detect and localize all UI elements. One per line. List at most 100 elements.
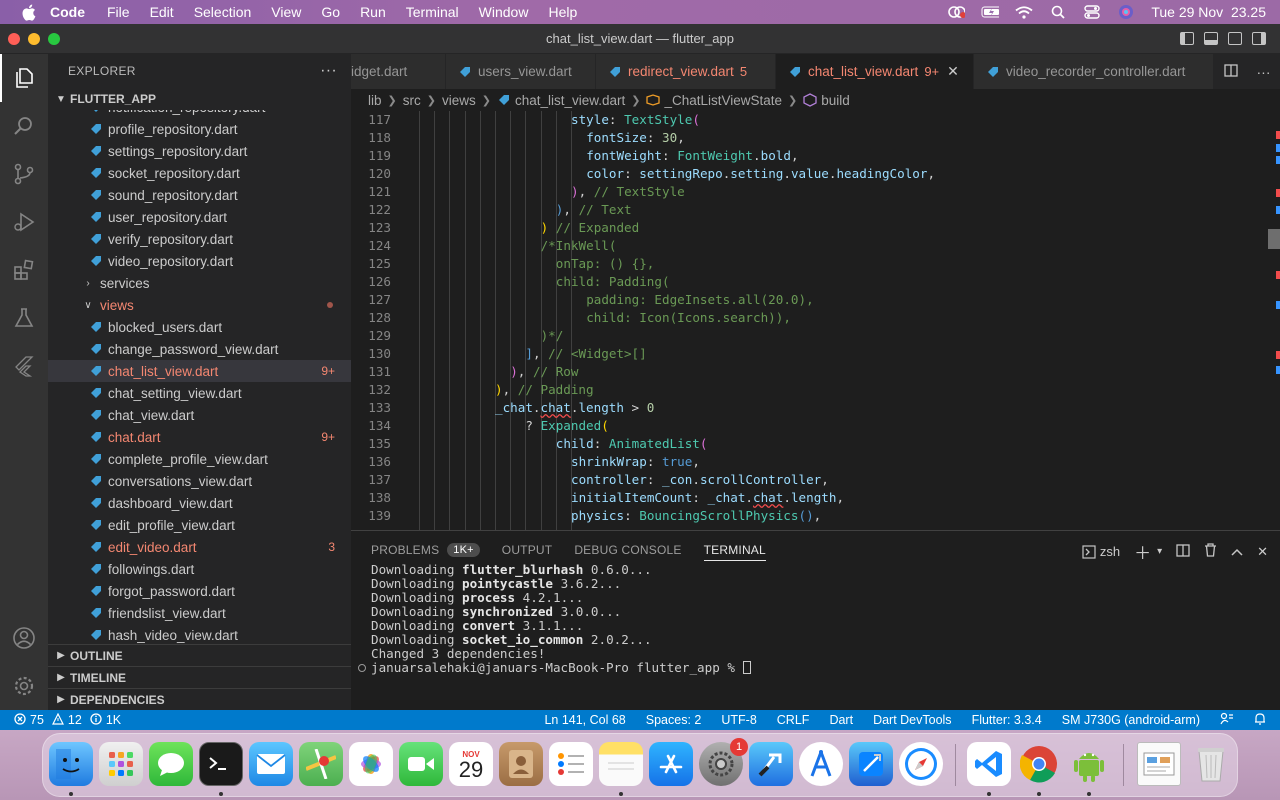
android-emulator-icon[interactable] [1067,742,1111,786]
file-tree-item[interactable]: profile_repository.dart [48,118,351,140]
apple-menu-icon[interactable] [18,0,38,24]
code-line[interactable]: 139 physics: BouncingScrollPhysics(), [351,507,1280,525]
command-decoration-icon[interactable] [358,664,366,672]
code-line[interactable]: 127 padding: EdgeInsets.all(20.0), [351,291,1280,309]
status-flutter-version[interactable]: Flutter: 3.3.4 [972,713,1042,727]
terminal-shell-selector[interactable]: zsh [1082,544,1120,559]
file-tree-item[interactable]: chat_view.dart [48,404,351,426]
notes-icon[interactable] [599,742,643,786]
system-preferences-icon[interactable]: 1 [699,738,748,786]
tab-video-recorder-controller[interactable]: video_recorder_controller.dart [974,54,1214,89]
file-tree-item[interactable]: complete_profile_view.dart [48,448,351,470]
file-tree-item[interactable]: edit_profile_view.dart [48,514,351,536]
toggle-primary-sidebar-icon[interactable] [1180,32,1194,45]
wifi-icon[interactable] [1015,5,1033,19]
tab-users-view[interactable]: users_view.dart [446,54,596,89]
code-line[interactable]: 124 /*InkWell( [351,237,1280,255]
vscode-icon[interactable] [967,742,1011,786]
file-tree-item[interactable]: forgot_password.dart [48,580,351,602]
file-tree-item[interactable]: video_repository.dart [48,250,351,272]
menu-terminal[interactable]: Terminal [406,4,459,20]
code-line[interactable]: 125 onTap: () {}, [351,255,1280,273]
file-tree-item[interactable]: dashboard_view.dart [48,492,351,514]
terminal-output[interactable]: Downloading flutter_blurhash 0.6.0... Dow… [358,563,751,675]
split-editor-icon[interactable] [1223,63,1238,80]
reminders-icon[interactable] [549,742,593,786]
control-center-icon[interactable] [1083,5,1101,19]
breadcrumb-src[interactable]: src [403,93,421,108]
close-panel-icon[interactable]: ✕ [1257,544,1268,560]
facetime-icon[interactable] [399,742,443,786]
split-terminal-icon[interactable] [1176,543,1190,560]
file-tree-item[interactable]: notification_repository.dart [48,110,351,118]
xcode-icon[interactable] [849,742,893,786]
code-line[interactable]: 118 fontSize: 30, [351,129,1280,147]
menu-window[interactable]: Window [479,4,529,20]
kill-terminal-trash-icon[interactable] [1204,543,1217,560]
more-actions-icon[interactable]: ··· [1257,64,1271,80]
manage-gear-icon[interactable] [0,662,48,710]
code-line[interactable]: 122), // Text [351,201,1280,219]
launchpad-icon[interactable] [99,742,143,786]
notifications-bell-icon[interactable] [1254,712,1266,728]
terminal-prompt-line[interactable]: januarsalehaki@januars-MacBook-Pro flutt… [358,661,751,675]
terminal-app-icon[interactable] [199,742,243,786]
timeline-section[interactable]: ▶ TIMELINE [48,666,351,688]
file-tree-item[interactable]: friendslist_view.dart [48,602,351,624]
explorer-more-actions-icon[interactable]: ··· [320,62,337,80]
status-eol[interactable]: CRLF [777,713,810,727]
accounts-activity-icon[interactable] [0,614,48,662]
code-line[interactable]: 134 ? Expanded( [351,417,1280,435]
code-line[interactable]: 132), // Padding [351,381,1280,399]
folder-tree-item[interactable]: ∨ views [48,294,351,316]
breadcrumb-method[interactable]: build [821,93,850,108]
code-line[interactable]: 119 fontWeight: FontWeight.bold, [351,147,1280,165]
file-tree-item[interactable]: conversations_view.dart [48,470,351,492]
code-line[interactable]: 128 child: Icon(Icons.search)), [351,309,1280,327]
photos-icon[interactable] [349,742,393,786]
file-tree-item[interactable]: verify_repository.dart [48,228,351,250]
breadcrumb-lib[interactable]: lib [368,93,382,108]
status-device[interactable]: SM J730G (android-arm) [1062,713,1200,727]
folder-root-header[interactable]: ▼ FLUTTER_APP [48,88,351,110]
outline-section[interactable]: ▶ OUTLINE [48,644,351,666]
folder-tree-item[interactable]: › services [48,272,351,294]
status-dart-devtools[interactable]: Dart DevTools [873,713,952,727]
source-control-activity-icon[interactable] [0,150,48,198]
code-line[interactable]: 121), // TextStyle [351,183,1280,201]
android-studio-icon[interactable] [799,742,843,786]
file-tree-item[interactable]: hash_video_view.dart [48,624,351,646]
file-tree-item[interactable]: edit_video.dart 3 [48,536,351,558]
status-indentation[interactable]: Spaces: 2 [646,713,702,727]
chrome-icon[interactable] [1017,742,1061,786]
testing-activity-icon[interactable] [0,294,48,342]
tab-chat-list-view[interactable]: chat_list_view.dart 9+ ✕ [776,54,974,89]
code-editor[interactable]: 117 style: TextStyle(118 fontSize: 30, 119 f… [351,111,1280,530]
file-tree-item[interactable]: chat.dart 9+ [48,426,351,448]
menu-edit[interactable]: Edit [150,4,174,20]
downloads-stack-icon[interactable] [1137,742,1181,786]
customize-layout-icon[interactable] [1252,32,1266,45]
menu-view[interactable]: View [271,4,301,20]
siri-icon[interactable] [1117,5,1135,19]
maps-icon[interactable] [299,742,343,786]
file-tree-item[interactable]: settings_repository.dart [48,140,351,162]
new-terminal-icon[interactable]: ＋ [1134,539,1151,564]
extensions-activity-icon[interactable] [0,246,48,294]
code-line[interactable]: 129)*/ [351,327,1280,345]
code-line[interactable]: 137 controller: _con.scrollController, [351,471,1280,489]
file-tree-item[interactable]: followings.dart [48,558,351,580]
feedback-icon[interactable] [1220,712,1234,728]
file-tree-item[interactable]: sound_repository.dart [48,184,351,206]
creative-cloud-icon[interactable] [947,5,966,19]
code-line[interactable]: 126 child: Padding( [351,273,1280,291]
tab-redirect-view[interactable]: redirect_view.dart 5 [596,54,776,89]
calendar-icon[interactable]: NOV 29 [449,742,493,786]
code-line[interactable]: 138 initialItemCount: _chat.chat.length, [351,489,1280,507]
tab-output[interactable]: OUTPUT [502,539,553,561]
xcode-instruments-icon[interactable] [749,742,793,786]
menu-help[interactable]: Help [548,4,577,20]
spotlight-search-icon[interactable] [1049,5,1067,19]
breadcrumb-class[interactable]: _ChatListViewState [664,93,782,108]
code-line[interactable]: 123) // Expanded [351,219,1280,237]
